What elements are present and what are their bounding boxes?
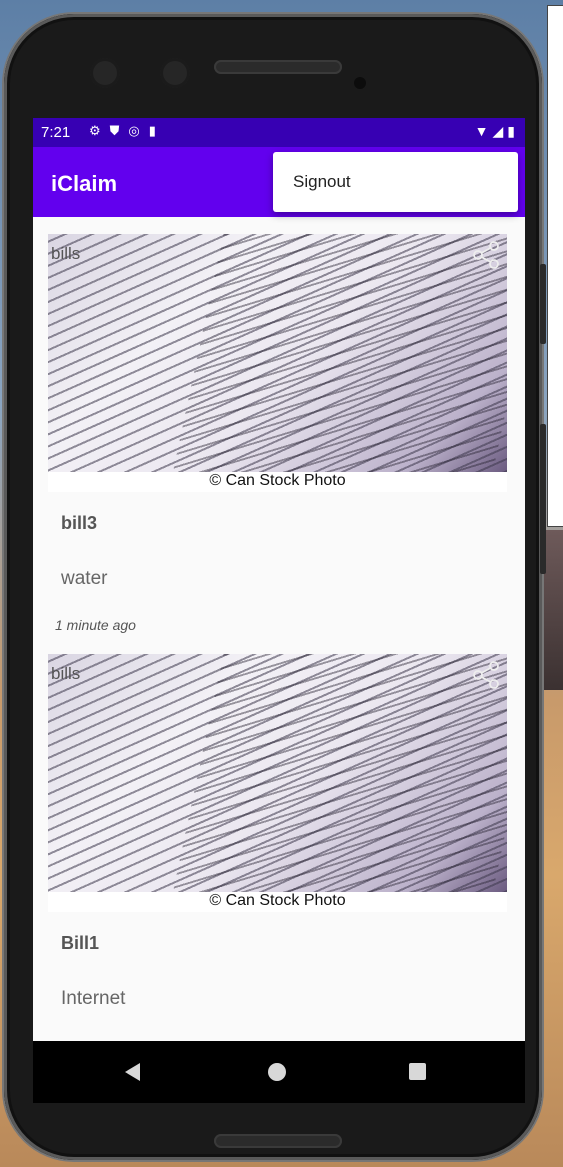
phone-frame: 7:21 ⚙ ⛊ ◎ ▮ ▼ ◢ ▮ iClaim Signout bills …	[4, 14, 546, 1160]
sd-card-icon: ▮	[148, 123, 156, 138]
background-window	[547, 5, 563, 527]
claim-timestamp: 1 minute ago	[55, 617, 136, 633]
shield-icon: ⛊	[109, 123, 120, 138]
claim-category: bills	[51, 664, 81, 683]
app-title: iClaim	[51, 171, 118, 196]
proximity-sensor	[354, 77, 366, 89]
share-icon[interactable]	[471, 240, 501, 270]
claim-title: Bill1	[61, 933, 100, 953]
signal-icon: ◢	[492, 123, 504, 139]
home-icon[interactable]	[268, 1063, 286, 1081]
battery-icon: ▮	[507, 123, 515, 139]
back-icon[interactable]	[125, 1063, 140, 1081]
claim-photo: bills © Can Stock Photo	[48, 234, 507, 492]
wifi-icon: ▼	[474, 123, 489, 139]
phone-screen: 7:21 ⚙ ⛊ ◎ ▮ ▼ ◢ ▮ iClaim Signout bills …	[33, 118, 525, 1103]
claims-list: bills © Can Stock Photo bill3 water 1 mi…	[33, 217, 525, 1041]
status-bar: 7:21 ⚙ ⛊ ◎ ▮ ▼ ◢ ▮	[33, 118, 525, 147]
at-sign-icon: ◎	[128, 123, 140, 138]
image-caption: © Can Stock Photo	[48, 472, 507, 492]
bottom-speaker	[214, 1134, 342, 1148]
share-icon[interactable]	[471, 660, 501, 690]
earpiece-speaker	[214, 60, 342, 74]
front-camera-icon	[160, 58, 190, 88]
receipt-image	[48, 654, 507, 892]
claim-description: water	[61, 568, 108, 589]
signout-menu-item[interactable]: Signout	[293, 172, 351, 192]
receipt-image	[48, 234, 507, 472]
recents-icon[interactable]	[409, 1063, 426, 1080]
claim-category: bills	[51, 244, 81, 263]
claim-title: bill3	[61, 513, 98, 533]
overflow-menu: Signout	[273, 152, 518, 212]
power-button	[540, 264, 546, 344]
claim-description: Internet	[61, 988, 126, 1009]
image-caption: © Can Stock Photo	[48, 892, 507, 912]
claim-photo: bills © Can Stock Photo	[48, 654, 507, 912]
volume-button	[540, 424, 546, 574]
front-camera-icon	[90, 58, 120, 88]
navigation-bar	[33, 1041, 525, 1103]
status-time: 7:21	[41, 124, 71, 141]
gear-icon: ⚙	[89, 123, 101, 138]
